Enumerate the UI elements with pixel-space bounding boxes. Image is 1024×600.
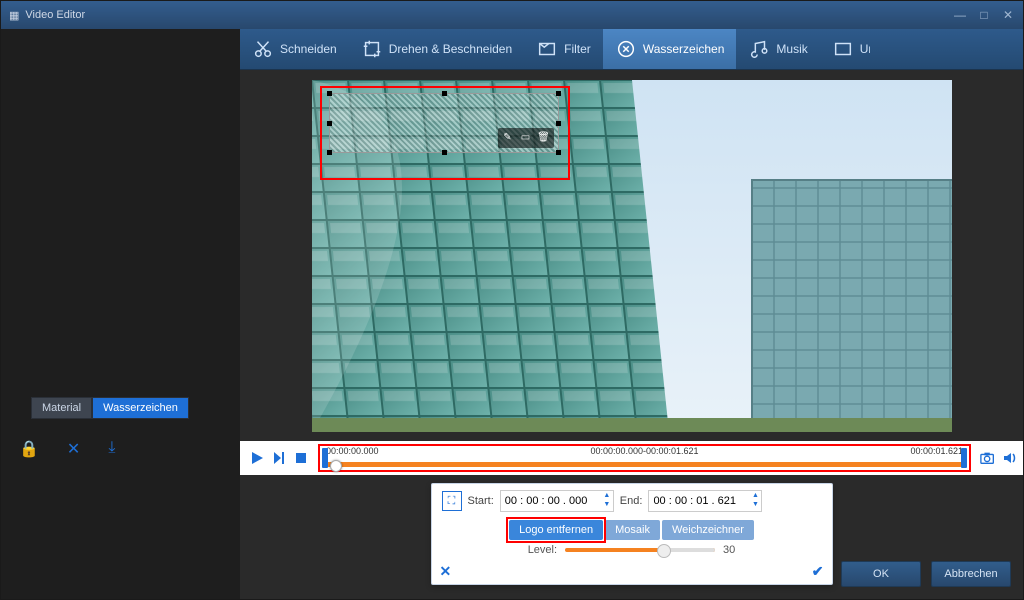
timeline-start-handle[interactable] (322, 448, 328, 468)
delete-icon[interactable]: ✕ (67, 439, 80, 459)
app-window: ▦ Video Editor — □ ✕ Material Wasserzeic… (0, 0, 1024, 600)
trash-icon[interactable]: 🗑 (536, 130, 552, 146)
timeline-controls: 00:00:00.000 00:00:00.000-00:00:01.621 0… (240, 441, 1023, 475)
play-button[interactable] (248, 449, 266, 467)
end-time-field[interactable] (649, 495, 749, 507)
sidebar: Material Wasserzeichen 🔒 ✕ ⤓ (1, 29, 240, 599)
close-button[interactable]: ✕ (1001, 8, 1015, 22)
tab-watermark[interactable]: Wasserzeichen (603, 29, 737, 69)
tab-subtitles[interactable]: Untertitel (820, 29, 882, 69)
panel-cancel-icon[interactable]: ✕ (440, 563, 452, 580)
volume-button[interactable] (1001, 449, 1019, 467)
panel-confirm-icon[interactable]: ✔ (812, 563, 824, 580)
end-label: End: (620, 495, 643, 507)
maximize-button[interactable]: □ (977, 8, 991, 22)
start-up[interactable]: ▲ (601, 492, 613, 501)
mode-blur[interactable]: Weichzeichner (662, 520, 754, 540)
tab-label: Wasserzeichen (643, 42, 725, 56)
stop-button[interactable] (292, 449, 310, 467)
titlebar: ▦ Video Editor — □ ✕ (1, 1, 1023, 29)
tab-label: Filter (564, 42, 591, 56)
toolbar: Schneiden Drehen & Beschneiden Filter Wa… (240, 29, 1023, 70)
tab-label: Drehen & Beschneiden (389, 42, 512, 56)
fit-icon[interactable]: ⛶ (442, 491, 462, 511)
level-value: 30 (723, 544, 735, 556)
video-frame[interactable]: ✎ ▭ 🗑 (312, 80, 952, 432)
timeline-start-label: 00:00:00.000 (326, 446, 379, 456)
tab-label: Musik (776, 42, 807, 56)
level-slider[interactable] (565, 548, 715, 552)
timeline-track (324, 462, 965, 467)
step-button[interactable] (270, 449, 288, 467)
lock-icon[interactable]: 🔒 (19, 439, 39, 459)
tab-music[interactable]: Musik (736, 29, 819, 69)
tab-label: Schneiden (280, 42, 337, 56)
app-title: Video Editor (25, 9, 85, 21)
end-up[interactable]: ▲ (749, 492, 761, 501)
tab-cut[interactable]: Schneiden (240, 29, 349, 69)
watermark-selection[interactable]: ✎ ▭ 🗑 (330, 94, 558, 152)
timeline[interactable]: 00:00:00.000 00:00:00.000-00:00:01.621 0… (318, 444, 971, 472)
cancel-button[interactable]: Abbrechen (931, 561, 1011, 587)
start-label: Start: (468, 495, 494, 507)
image-icon[interactable]: ▭ (518, 130, 534, 146)
watermark-panel: ⛶ Start: ▲▼ End: ▲▼ (431, 483, 833, 585)
preview-area: ✎ ▭ 🗑 (240, 70, 1023, 441)
timeline-playhead[interactable] (330, 460, 342, 472)
timeline-end-label: 00:00:01.621 (910, 446, 963, 456)
tab-filter[interactable]: Filter (524, 29, 603, 69)
start-time-input[interactable]: ▲▼ (500, 490, 614, 512)
start-time-field[interactable] (501, 495, 601, 507)
mode-remove-logo[interactable]: Logo entfernen (509, 520, 603, 540)
timeline-range-label: 00:00:00.000-00:00:01.621 (590, 446, 698, 456)
start-down[interactable]: ▼ (601, 501, 613, 510)
app-icon: ▦ (9, 9, 19, 22)
minimize-button[interactable]: — (953, 8, 967, 22)
level-label: Level: (528, 544, 557, 556)
sidebar-tab-watermark[interactable]: Wasserzeichen (92, 397, 189, 419)
ok-button[interactable]: OK (841, 561, 921, 587)
tab-label: Untertitel (860, 42, 870, 56)
snapshot-button[interactable] (979, 449, 997, 467)
sidebar-tab-material[interactable]: Material (31, 397, 92, 419)
end-time-input[interactable]: ▲▼ (648, 490, 762, 512)
mode-mosaic[interactable]: Mosaik (605, 520, 660, 540)
timeline-end-handle[interactable] (961, 448, 967, 468)
mode-label: Logo entfernen (519, 524, 593, 536)
edit-icon[interactable]: ✎ (500, 130, 516, 146)
end-down[interactable]: ▼ (749, 501, 761, 510)
tab-rotate-crop[interactable]: Drehen & Beschneiden (349, 29, 524, 69)
export-icon[interactable]: ⤓ (108, 439, 115, 459)
level-slider-knob[interactable] (657, 544, 671, 558)
